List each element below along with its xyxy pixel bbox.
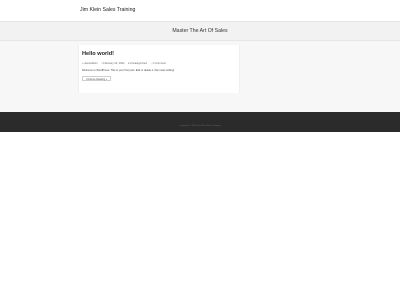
post-title-link[interactable]: Hello world! [82, 51, 114, 58]
continue-reading-button[interactable]: Continue Reading » [82, 76, 112, 81]
content-area: Hello world! ●JamesKlein □February 22, 2… [0, 41, 400, 112]
post-category-link[interactable]: Uncategorized [130, 62, 147, 65]
site-header: Jim Klein Sales Training [0, 0, 400, 21]
post-author-link[interactable]: JamesKlein [84, 62, 97, 65]
post-date-link[interactable]: February 22, 2022 [103, 62, 124, 65]
post-meta: ●JamesKlein □February 22, 2022 ■Uncatego… [82, 62, 166, 66]
site-title-link[interactable]: Jim Klein Sales Training [80, 7, 135, 14]
post-excerpt: Welcome to WordPress. This is your first… [82, 69, 175, 72]
hero-banner: Master The Art Of Sales [0, 21, 400, 41]
hero-title: Master The Art Of Sales [172, 28, 228, 34]
post-card: Hello world! ●JamesKlein □February 22, 2… [78, 45, 240, 93]
post-comments-link[interactable]: 1 Comment [152, 62, 165, 65]
footer-copyright: Copyright © 2022 Jim Klein Sales Trainin… [179, 125, 221, 127]
site-footer: Copyright © 2022 Jim Klein Sales Trainin… [0, 112, 400, 132]
